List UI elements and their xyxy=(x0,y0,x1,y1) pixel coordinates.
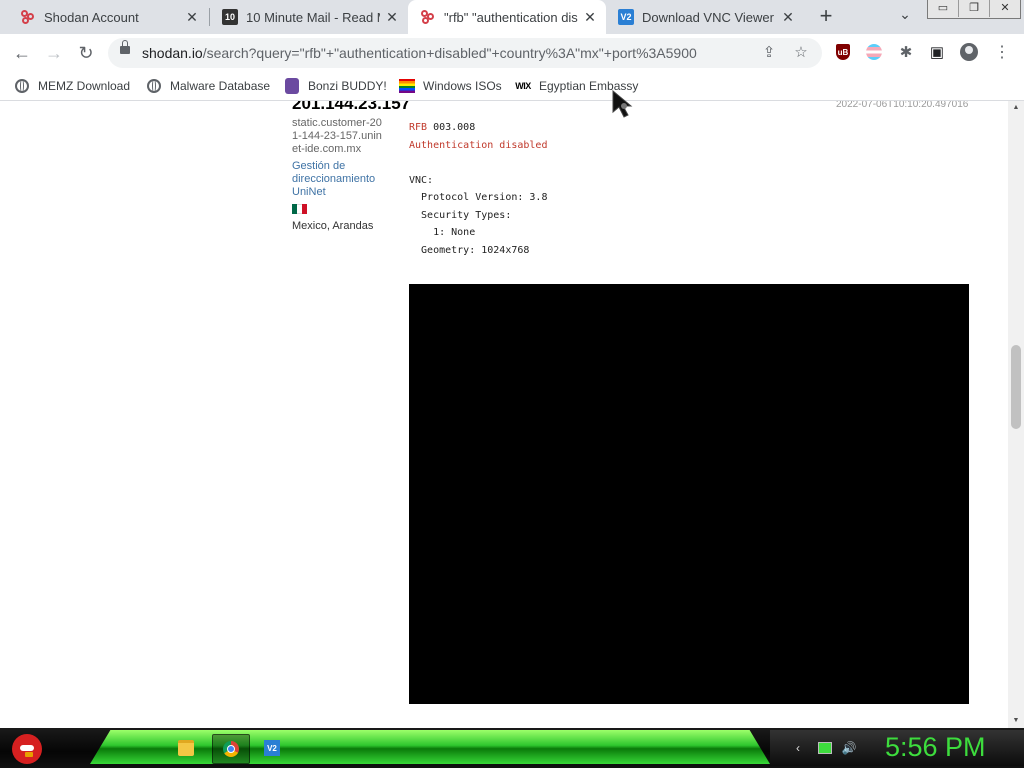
vnc-icon: V2 xyxy=(618,9,634,25)
banner-security-item: 1: None xyxy=(409,227,476,238)
profile-avatar[interactable] xyxy=(960,43,978,61)
forward-button[interactable]: → xyxy=(42,41,66,65)
window-controls: ▭ ❐ ✕ xyxy=(927,0,1021,19)
service-banner: RFB 003.008 Authentication disabled VNC:… xyxy=(409,119,547,259)
angry-bird-icon xyxy=(12,734,42,764)
bonzi-icon xyxy=(284,78,300,94)
back-button[interactable]: ← xyxy=(10,41,34,65)
folder-icon xyxy=(178,740,194,756)
mouse-cursor-icon xyxy=(612,90,633,118)
bookmark-bonzi-buddy[interactable]: Bonzi BUDDY! xyxy=(284,76,387,96)
banner-rfb-version: 003.008 xyxy=(427,122,476,133)
banner-rfb-label: RFB xyxy=(409,122,428,133)
ten-minute-mail-icon: 10 xyxy=(222,9,238,25)
chrome-icon xyxy=(223,741,239,757)
bookmark-label: Bonzi BUDDY! xyxy=(308,79,387,93)
window-close-button[interactable]: ✕ xyxy=(989,0,1020,17)
taskbar-chrome[interactable] xyxy=(212,734,250,764)
extensions-puzzle-icon[interactable]: ✱ xyxy=(897,43,915,61)
result-timestamp: 2022-07-06T10:10:20.497016 xyxy=(836,101,969,110)
bookmark-label: Windows ISOs xyxy=(423,79,502,93)
banner-geometry: Geometry: 1024x768 xyxy=(409,244,530,256)
tab-title: 10 Minute Mail - Read M xyxy=(246,9,380,25)
result-location-link[interactable]: Mexico, Arandas xyxy=(292,220,373,232)
page-scrollbar[interactable]: ▲ ▼ xyxy=(1008,101,1024,728)
banner-protocol-version: Protocol Version: 3.8 xyxy=(409,192,548,203)
bookmark-windows-isos[interactable]: Windows ISOs xyxy=(399,76,502,96)
globe-icon xyxy=(14,78,30,94)
bookmark-malware-database[interactable]: Malware Database xyxy=(146,76,270,96)
banner-security-types: Security Types: xyxy=(409,209,512,221)
start-button[interactable] xyxy=(8,728,48,768)
ublock-icon[interactable]: uB xyxy=(834,43,852,61)
tab-title: Download VNC Viewer | V xyxy=(642,9,776,25)
vnc-icon: V2 xyxy=(264,740,280,756)
maximize-button[interactable]: ❐ xyxy=(958,0,989,17)
bookmark-memz-download[interactable]: MEMZ Download xyxy=(14,76,130,96)
tab-10-minute-mail[interactable]: 10 10 Minute Mail - Read M ✕ xyxy=(210,0,408,34)
shodan-icon xyxy=(20,9,36,25)
browser-menu-icon[interactable]: ⋮ xyxy=(993,43,1011,61)
side-panel-icon[interactable]: ▣ xyxy=(928,43,946,61)
tab-download-vnc-viewer[interactable]: V2 Download VNC Viewer | V ✕ xyxy=(606,0,804,34)
close-icon[interactable]: ✕ xyxy=(582,9,598,26)
new-tab-button[interactable]: + xyxy=(814,5,838,29)
banner-auth-status: Authentication disabled xyxy=(409,139,548,151)
bookmark-label: Malware Database xyxy=(170,79,271,93)
tab-title: Shodan Account xyxy=(44,9,139,25)
taskbar xyxy=(0,728,1024,768)
reload-button[interactable]: ↻ xyxy=(74,41,98,65)
rainbow-flag-icon xyxy=(399,78,415,94)
tab-title: "rfb" "authentication disa xyxy=(444,9,578,25)
volume-icon[interactable]: 🔊 xyxy=(841,740,857,756)
result-organization-link[interactable]: Gestión de direccionamiento UniNet xyxy=(292,160,384,199)
minimize-button[interactable]: ▭ xyxy=(928,0,958,17)
result-ip-link[interactable]: 201.144.23.157 xyxy=(292,101,410,114)
tab-strip: Shodan Account ✕ 10 10 Minute Mail - Rea… xyxy=(0,0,1024,34)
scroll-down-arrow[interactable]: ▼ xyxy=(1008,714,1024,728)
scroll-up-arrow[interactable]: ▲ xyxy=(1008,101,1024,115)
tab-search-button[interactable]: ⌄ xyxy=(895,6,915,26)
taskbar-file-explorer[interactable] xyxy=(168,734,204,762)
close-icon[interactable]: ✕ xyxy=(384,9,400,26)
bookmarks-bar: MEMZ Download Malware Database Bonzi BUD… xyxy=(0,72,1024,101)
banner-vnc-heading: VNC: xyxy=(409,174,434,186)
trans-flag-extension-icon[interactable] xyxy=(865,43,883,61)
share-icon[interactable]: ⇪ xyxy=(760,44,778,62)
lock-icon[interactable] xyxy=(120,40,130,54)
shodan-icon xyxy=(420,9,436,25)
address-bar[interactable]: shodan.io/search?query="rfb"+"authentica… xyxy=(108,38,822,68)
url-text[interactable]: shodan.io/search?query="rfb"+"authentica… xyxy=(142,45,697,61)
globe-icon xyxy=(146,78,162,94)
scroll-thumb[interactable] xyxy=(1011,345,1021,429)
vnc-screenshot[interactable] xyxy=(409,284,969,704)
tray-back-icon[interactable]: ‹ xyxy=(790,740,806,756)
bookmark-star-icon[interactable]: ☆ xyxy=(792,44,810,62)
tab-shodan-search[interactable]: "rfb" "authentication disa ✕ xyxy=(408,0,606,34)
network-icon[interactable] xyxy=(817,740,833,756)
close-icon[interactable]: ✕ xyxy=(184,9,200,26)
taskbar-clock[interactable]: 5:56 PM xyxy=(885,732,986,763)
taskbar-vnc-viewer[interactable]: V2 xyxy=(254,734,290,762)
wix-icon: WIX xyxy=(515,81,531,91)
flag-stripe xyxy=(302,204,307,214)
close-icon[interactable]: ✕ xyxy=(780,9,796,26)
bookmark-label: MEMZ Download xyxy=(38,79,131,93)
url-path: /search?query="rfb"+"authentication+disa… xyxy=(202,45,697,61)
tab-shodan-account[interactable]: Shodan Account ✕ xyxy=(8,0,208,34)
result-hostname: static.customer-201-144-23-157.uninet-id… xyxy=(292,117,382,155)
mexico-flag-icon xyxy=(292,204,307,214)
url-host: shodan.io xyxy=(142,45,203,61)
page-content: 201.144.23.157 2022-07-06T10:10:20.49701… xyxy=(0,101,1008,728)
